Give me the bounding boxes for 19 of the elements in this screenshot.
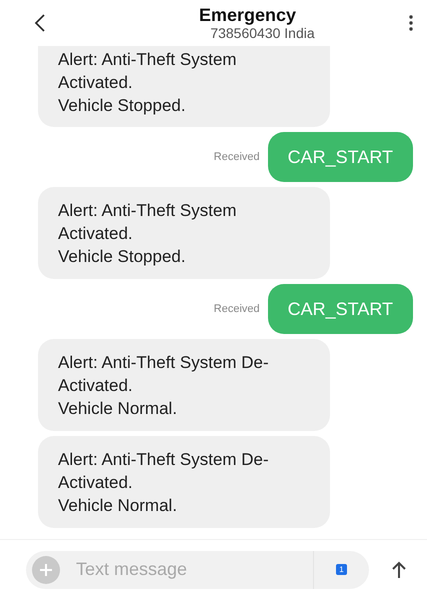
up-arrow-icon (391, 560, 407, 578)
delivery-status: Received (214, 303, 260, 315)
phone-number: 738560430 India (210, 25, 315, 41)
message-bubble: Alert: Anti-Theft System Activated. Vehicle Stopped. (38, 187, 330, 279)
sim-button[interactable]: 1 (313, 550, 369, 588)
message-bubble: Alert: Anti-Theft System Activated. Vehicle Stopped. (38, 46, 330, 127)
add-icon (32, 556, 60, 584)
message-bubble: Alert: Anti-Theft System De- Activated. Vehicle Normal. (38, 436, 330, 528)
contact-name: Emergency (198, 5, 296, 25)
delivery-status: Received (214, 151, 260, 163)
menu-icon (408, 15, 413, 31)
back-button[interactable] (34, 13, 46, 33)
message-bubble: CAR_START (268, 284, 413, 334)
menu-button[interactable] (408, 15, 413, 31)
message-bubble: Alert: Anti-Theft System De- Activated. Vehicle Normal. (38, 339, 330, 431)
message-bubble: CAR_START (268, 132, 413, 182)
send-button[interactable] (391, 560, 407, 578)
back-icon (34, 13, 46, 33)
message-field[interactable]: Text message 1 (26, 550, 369, 588)
